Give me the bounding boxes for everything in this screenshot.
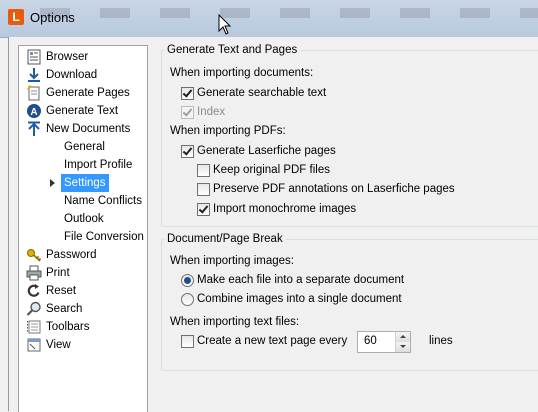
generate-text-icon: A [27,104,41,118]
reset-icon [27,284,40,297]
nav-item-label: Generate Text [46,105,119,117]
view-icon [27,338,41,352]
nav-subitem-file-conversion[interactable]: File Conversion [64,228,144,246]
combine-images-label[interactable]: Combine images into a single document [197,293,402,305]
generate-pages-icon [27,85,40,101]
importing-pdfs-heading: When importing PDFs: [170,125,286,137]
nav-item-label: Browser [46,51,89,63]
spin-buttons [395,332,410,352]
download-icon [28,68,40,82]
lines-value[interactable]: 60 [364,335,377,347]
spin-down-icon[interactable] [396,342,410,352]
importing-documents-heading: When importing documents: [170,67,314,79]
index-checkbox [181,106,194,119]
nav-item-label: Toolbars [46,321,90,333]
nav-subitem-import-profile[interactable]: Import Profile [64,156,132,174]
nav-item-label: View [46,339,71,351]
printer-icon [26,265,42,281]
browser-icon [27,49,41,65]
preserve-annotations-checkbox[interactable] [197,183,210,196]
toolbars-icon [27,320,41,334]
new-text-page-checkbox[interactable] [181,335,194,348]
separate-document-label[interactable]: Make each file into a separate document [197,274,404,286]
nav-subitem-outlook[interactable]: Outlook [64,210,104,228]
importing-images-heading: When importing images: [170,255,294,267]
expand-arrow-icon[interactable] [50,179,55,187]
importing-text-files-heading: When importing text files: [170,316,300,328]
nav-subitem-name-conflicts[interactable]: Name Conflicts [64,192,142,210]
index-label: Index [197,106,226,118]
new-documents-icon [28,121,40,136]
separate-document-radio[interactable] [181,274,194,287]
window-title: Options [30,10,75,25]
new-text-page-label[interactable]: Create a new text page every [197,335,347,347]
nav-item-label: Generate Pages [46,87,130,99]
nav-item-label: Print [46,267,70,279]
options-nav-tree[interactable]: Browser Download Generate Pages A Genera… [18,45,148,412]
nav-item-label: Search [46,303,83,315]
nav-item-label: Reset [46,285,77,297]
keep-original-pdf-label[interactable]: Keep original PDF files [213,164,330,176]
title-bar[interactable]: L Options [0,0,538,38]
group-title: Generate Text and Pages [164,44,301,56]
nav-item-label: Password [46,249,97,261]
generate-laserfiche-pages-label[interactable]: Generate Laserfiche pages [197,145,336,157]
preserve-annotations-label[interactable]: Preserve PDF annotations on Laserfiche p… [213,183,455,195]
laserfiche-app-icon: L [8,9,24,25]
lines-spinbox[interactable]: 60 [357,331,411,353]
nav-subitem-settings[interactable]: Settings [61,174,109,192]
lines-unit-label: lines [429,335,453,347]
generate-searchable-text-label[interactable]: Generate searchable text [197,87,326,99]
search-icon [26,301,41,316]
svg-text:A: A [30,107,37,118]
generate-laserfiche-pages-checkbox[interactable] [181,145,194,158]
import-monochrome-label[interactable]: Import monochrome images [213,203,356,215]
mouse-cursor-icon [218,14,232,35]
generate-searchable-text-checkbox[interactable] [181,87,194,100]
nav-item-label: New Documents [46,123,131,135]
combine-images-radio[interactable] [181,293,194,306]
keep-original-pdf-checkbox[interactable] [197,164,210,177]
group-title: Document/Page Break [164,233,286,245]
key-icon [27,249,42,262]
background-window-ghost [40,8,538,18]
nav-item-label: Download [46,69,98,81]
import-monochrome-checkbox[interactable] [197,203,210,216]
nav-subitem-general[interactable]: General [64,138,105,156]
